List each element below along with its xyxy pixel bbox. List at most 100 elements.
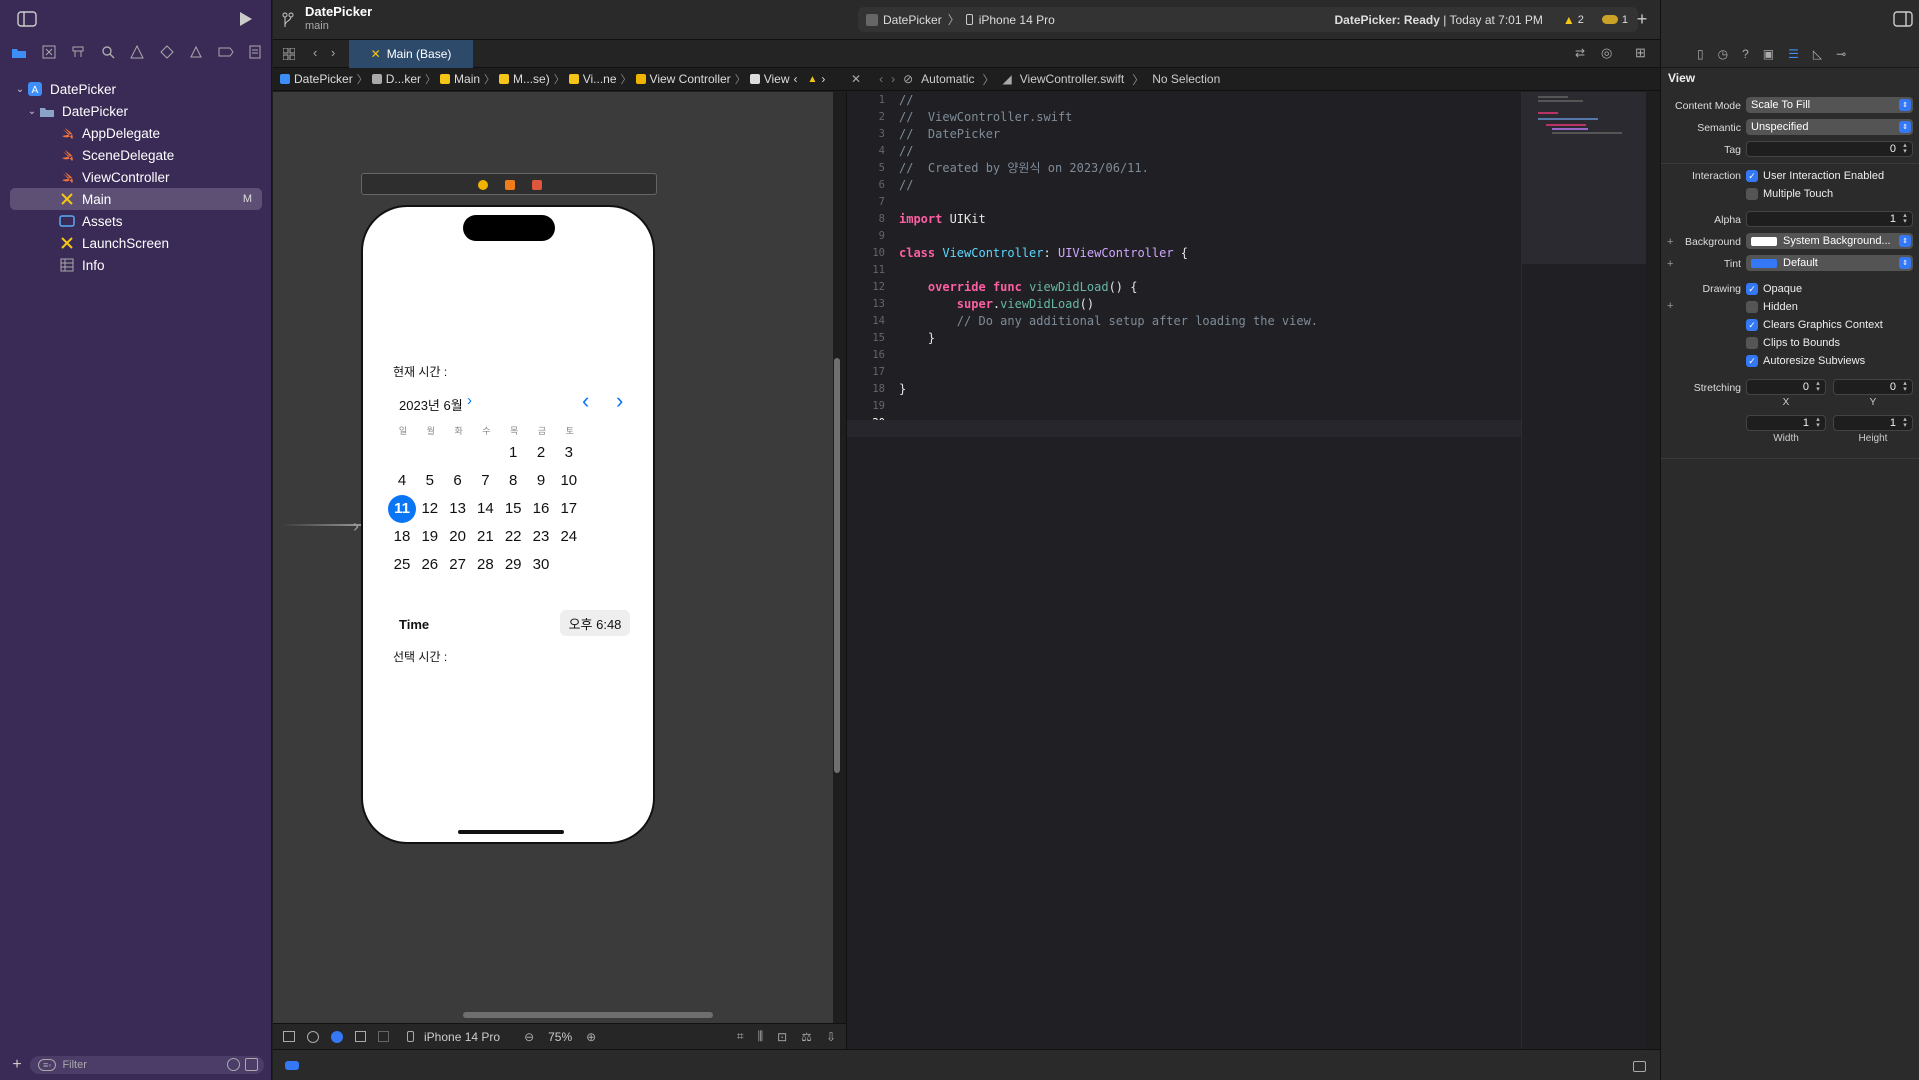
- add-variation-icon[interactable]: +: [1667, 300, 1673, 312]
- forward-icon[interactable]: ›: [331, 45, 335, 60]
- code-line[interactable]: super.viewDidLoad(): [899, 296, 1519, 313]
- calendar-day[interactable]: 29: [499, 551, 527, 579]
- code-line[interactable]: //: [899, 92, 1519, 109]
- calendar-day[interactable]: 5: [416, 467, 444, 495]
- destination-selector[interactable]: iPhone 14 Pro: [979, 13, 1055, 27]
- appearance-icon[interactable]: [307, 1030, 319, 1043]
- add-library-icon[interactable]: +: [1633, 9, 1651, 29]
- semantic-popup[interactable]: Unspecified ⇕: [1746, 119, 1913, 135]
- code-line[interactable]: [899, 194, 1519, 211]
- breakpoint-navigator-icon[interactable]: [213, 42, 239, 62]
- stretch-height-field[interactable]: 1 ▴ ▾: [1833, 415, 1913, 431]
- jump-item[interactable]: M...se): [513, 72, 550, 86]
- code-line[interactable]: override func viewDidLoad() {: [899, 279, 1519, 296]
- tree-item-appdelegate[interactable]: AppDelegate: [0, 122, 272, 144]
- code-line[interactable]: [899, 347, 1519, 364]
- exit-icon[interactable]: [532, 180, 542, 190]
- jump-item[interactable]: View Controller: [650, 72, 731, 86]
- jump-item[interactable]: Main: [454, 72, 480, 86]
- grid-icon[interactable]: [281, 46, 297, 62]
- stepper-icon[interactable]: ▴ ▾: [1813, 380, 1823, 393]
- alpha-field[interactable]: 1 ▴ ▾: [1746, 211, 1913, 227]
- tree-item-scenedelegate[interactable]: SceneDelegate: [0, 144, 272, 166]
- autoresize-checkbox[interactable]: ✓ Autoresize Subviews: [1746, 354, 1865, 368]
- document-outline-icon[interactable]: [283, 1031, 295, 1042]
- layout-icon[interactable]: [378, 1031, 389, 1042]
- user-interaction-checkbox[interactable]: ✓ User Interaction Enabled: [1746, 169, 1884, 183]
- calendar-day[interactable]: 30: [527, 551, 555, 579]
- scene-dock[interactable]: [361, 173, 657, 195]
- calendar-day[interactable]: 1: [499, 439, 527, 467]
- show-debug-area-icon[interactable]: [1633, 1061, 1646, 1072]
- stepper-icon[interactable]: ▴ ▾: [1900, 380, 1910, 393]
- warning-icon[interactable]: ▲: [807, 74, 817, 85]
- branch-icon[interactable]: [281, 10, 295, 30]
- history-inspector-icon[interactable]: ◷: [1718, 47, 1728, 61]
- tree-item-launchscreen[interactable]: LaunchScreen: [0, 232, 272, 254]
- code-line[interactable]: //: [899, 143, 1519, 160]
- size-inspector-icon[interactable]: ◺: [1813, 47, 1822, 61]
- stepper-icon[interactable]: ▴ ▾: [1900, 416, 1910, 429]
- stretch-width-field[interactable]: 1 ▴ ▾: [1746, 415, 1826, 431]
- calendar-day[interactable]: 7: [471, 467, 499, 495]
- calendar-day[interactable]: 25: [388, 551, 416, 579]
- code-line[interactable]: //: [899, 177, 1519, 194]
- stepper-icon[interactable]: ▴ ▾: [1900, 212, 1910, 225]
- jump-item[interactable]: Vi...ne: [583, 72, 617, 86]
- tree-item-datepicker[interactable]: ⌄ A DatePicker: [0, 78, 272, 100]
- stepper-icon[interactable]: ▴ ▾: [1900, 142, 1910, 155]
- hidden-checkbox[interactable]: Hidden: [1746, 300, 1798, 314]
- calendar-day[interactable]: 8: [499, 467, 527, 495]
- connections-inspector-icon[interactable]: ⊸: [1836, 47, 1846, 61]
- vertical-scrollbar[interactable]: [834, 358, 840, 773]
- clips-to-bounds-checkbox[interactable]: Clips to Bounds: [1746, 336, 1840, 350]
- debug-area-toggle-icon[interactable]: [285, 1061, 299, 1070]
- update-frames-icon[interactable]: ⌗: [737, 1029, 744, 1044]
- calendar-day[interactable]: 13: [444, 495, 472, 523]
- calendar-day[interactable]: 2: [527, 439, 555, 467]
- opaque-checkbox[interactable]: ✓ Opaque: [1746, 282, 1802, 296]
- source-control-icon[interactable]: [36, 42, 62, 62]
- code-line[interactable]: }: [899, 381, 1519, 398]
- code-line[interactable]: // Created by 양원식 on 2023/06/11.: [899, 160, 1519, 177]
- tab-main-base[interactable]: ✕ Main (Base): [349, 40, 473, 68]
- calendar-day[interactable]: 21: [471, 523, 499, 551]
- calendar-day[interactable]: 19: [416, 523, 444, 551]
- code-line[interactable]: [899, 415, 1519, 432]
- jump-selection[interactable]: No Selection: [1152, 72, 1220, 86]
- disclosure-chevron-icon[interactable]: ⌄: [14, 84, 26, 95]
- symbol-navigator-icon[interactable]: [65, 42, 91, 62]
- folder-navigator-icon[interactable]: [6, 42, 32, 62]
- assistant-icon[interactable]: ◎: [1601, 45, 1612, 61]
- scheme-selector[interactable]: DatePicker: [883, 13, 942, 27]
- inspector-toggle-icon[interactable]: [1893, 10, 1913, 28]
- tree-item-assets[interactable]: Assets: [0, 210, 272, 232]
- calendar-day[interactable]: 15: [499, 495, 527, 523]
- test-navigator-icon[interactable]: [154, 42, 180, 62]
- help-inspector-icon[interactable]: ?: [1742, 47, 1749, 61]
- scm-filter-icon[interactable]: [245, 1058, 258, 1071]
- warning-icon[interactable]: ▲: [1563, 13, 1575, 27]
- calendar-day[interactable]: 28: [471, 551, 499, 579]
- selected-day[interactable]: 11: [388, 495, 416, 523]
- zoom-out-icon[interactable]: ⊖: [524, 1030, 534, 1044]
- code-line[interactable]: class ViewController: UIViewController {: [899, 245, 1519, 262]
- stepper-icon[interactable]: ▴ ▾: [1813, 416, 1823, 429]
- source-editor[interactable]: 1234567891011121314151617181920 //// Vie…: [846, 92, 1522, 1049]
- code-line[interactable]: // Do any additional setup after loading…: [899, 313, 1519, 330]
- iphone-frame[interactable]: 현재 시간 : 2023년 6월 › ‹ › 일월화수목금토 123456789…: [361, 205, 655, 844]
- code-line[interactable]: // ViewController.swift: [899, 109, 1519, 126]
- dark-mode-icon[interactable]: [331, 1030, 343, 1043]
- calendar-day[interactable]: 18: [388, 523, 416, 551]
- view-controller-icon[interactable]: [478, 180, 488, 190]
- jump-item[interactable]: View: [764, 72, 790, 86]
- prev-issue-icon[interactable]: ‹: [793, 72, 797, 86]
- split-editor-icon[interactable]: ⊞: [1635, 45, 1646, 61]
- add-file-icon[interactable]: +: [10, 1056, 24, 1073]
- clears-graphics-checkbox[interactable]: ✓ Clears Graphics Context: [1746, 318, 1883, 332]
- issue-navigator-icon[interactable]: [124, 42, 150, 62]
- debug-navigator-icon[interactable]: [183, 42, 209, 62]
- code-line[interactable]: import UIKit: [899, 211, 1519, 228]
- disclosure-chevron-icon[interactable]: ⌄: [26, 106, 38, 117]
- file-inspector-icon[interactable]: ▯: [1697, 47, 1704, 61]
